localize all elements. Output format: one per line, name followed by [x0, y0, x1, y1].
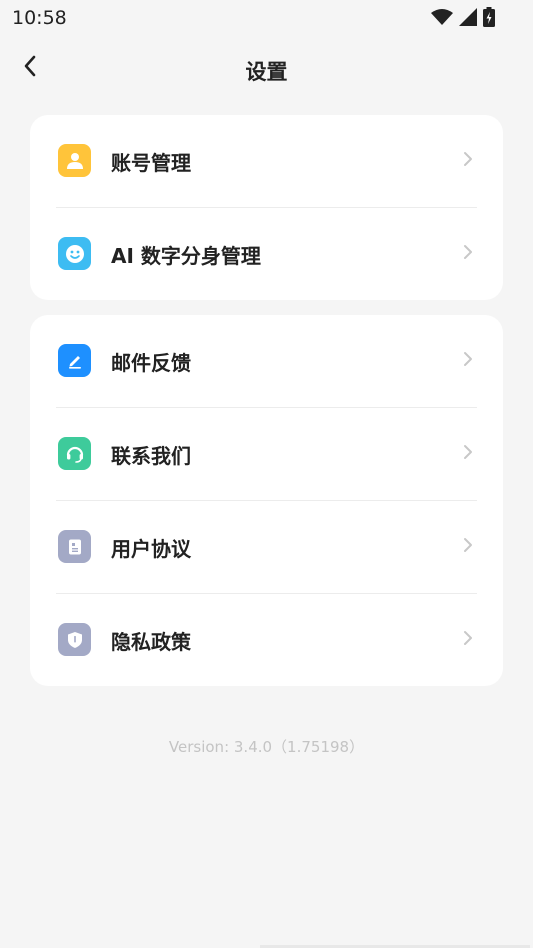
smiley-face-icon: [58, 237, 91, 270]
wifi-icon: [431, 8, 453, 26]
headset-icon: [58, 437, 91, 470]
settings-card-support: 邮件反馈 联系我们 用户协议 隐私政策: [30, 315, 503, 686]
page-title: 设置: [245, 60, 288, 84]
chevron-right-icon: [463, 351, 473, 371]
chevron-right-icon: [463, 444, 473, 464]
settings-row-label: 隐私政策: [111, 630, 191, 654]
document-icon: [58, 530, 91, 563]
battery-charging-icon: [483, 7, 495, 27]
chevron-right-icon: [463, 537, 473, 557]
status-icons: [431, 7, 495, 27]
status-time: 10:58: [12, 7, 67, 29]
shield-icon: [58, 623, 91, 656]
status-bar: 10:58: [0, 0, 533, 36]
user-icon: [58, 144, 91, 177]
settings-row-label: 账号管理: [111, 151, 191, 175]
nav-bar: 设置: [0, 40, 533, 100]
settings-row-label: AI 数字分身管理: [111, 244, 261, 268]
settings-row-label: 联系我们: [111, 444, 191, 468]
settings-row-contact-us[interactable]: 联系我们: [30, 408, 503, 501]
settings-row-email-feedback[interactable]: 邮件反馈: [30, 315, 503, 408]
chevron-right-icon: [463, 151, 473, 171]
settings-row-privacy-policy[interactable]: 隐私政策: [30, 594, 503, 687]
settings-row-label: 用户协议: [111, 537, 191, 561]
chevron-right-icon: [463, 630, 473, 650]
version-text: Version: 3.4.0（1.75198）: [168, 738, 365, 756]
settings-row-user-agreement[interactable]: 用户协议: [30, 501, 503, 594]
edit-pen-icon: [58, 344, 91, 377]
settings-row-ai-avatar-management[interactable]: AI 数字分身管理: [30, 208, 503, 301]
settings-row-account-management[interactable]: 账号管理: [30, 115, 503, 208]
settings-row-label: 邮件反馈: [111, 351, 191, 375]
settings-card-account: 账号管理 AI 数字分身管理: [30, 115, 503, 300]
signal-icon: [459, 8, 477, 26]
chevron-right-icon: [463, 244, 473, 264]
